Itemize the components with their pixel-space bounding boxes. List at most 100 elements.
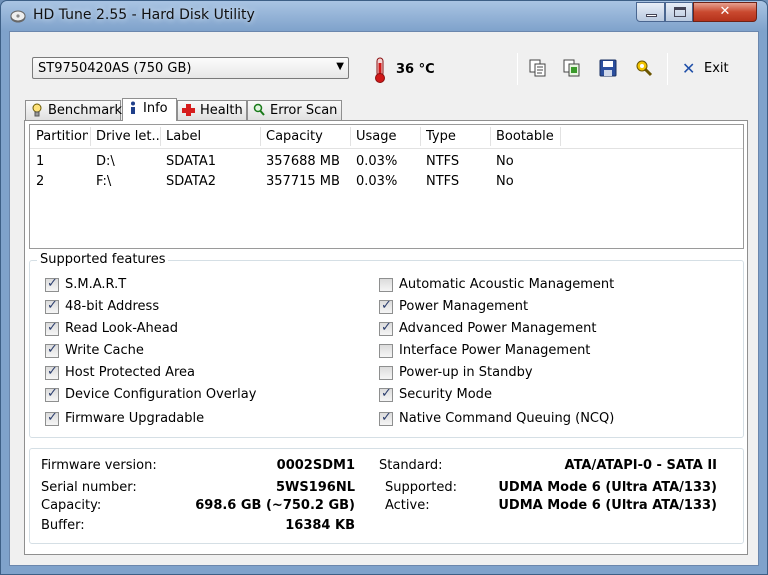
checkbox[interactable]: ✓ (379, 320, 393, 336)
feature-label: Advanced Power Management (399, 321, 597, 336)
checkbox[interactable]: ✓ (45, 320, 59, 336)
table-cell: F:\ (96, 174, 112, 189)
copy-text-icon[interactable] (528, 58, 548, 78)
checkmark-icon: ✓ (47, 298, 58, 313)
checkmark-icon: ✓ (47, 410, 58, 425)
column-divider[interactable] (420, 127, 421, 146)
tab-benchmark[interactable]: Benchmark (25, 100, 122, 120)
options-icon[interactable] (634, 58, 654, 78)
tab-info[interactable]: Info (122, 98, 177, 121)
checkbox[interactable] (379, 366, 393, 380)
standard-value: ATA/ATAPI-0 - SATA II (564, 458, 717, 473)
table-row[interactable]: 1 D:\ SDATA1 357688 MB 0.03% NTFS No (30, 151, 743, 171)
active-mode-value: UDMA Mode 6 (Ultra ATA/133) (498, 498, 717, 513)
column-header[interactable]: Partition (36, 129, 88, 144)
checkbox[interactable]: ✓ (45, 298, 59, 314)
checkbox[interactable]: ✓ (45, 386, 59, 402)
checkmark-icon: ✓ (381, 386, 392, 401)
table-cell: 1 (36, 154, 45, 169)
checkmark-icon: ✓ (381, 410, 392, 425)
lightbulb-icon (32, 103, 42, 117)
toolbar-separator (517, 53, 518, 85)
feature-label: Host Protected Area (65, 365, 195, 380)
tab-health[interactable]: Health (177, 100, 247, 120)
feature-label: Native Command Queuing (NCQ) (399, 411, 615, 426)
temperature-value: 36 °C (396, 62, 435, 77)
checkbox[interactable]: ✓ (45, 364, 59, 380)
column-divider[interactable] (350, 127, 351, 146)
tab-error-scan[interactable]: Error Scan (247, 100, 342, 120)
table-cell: SDATA1 (166, 154, 217, 169)
supported-features-group: Supported features ✓ S.M.A.R.T ✓ 48-bit Ad… (29, 252, 744, 438)
feature-label: 48-bit Address (65, 299, 160, 314)
checkbox[interactable] (379, 278, 393, 292)
column-header[interactable]: Usage (356, 129, 418, 144)
column-divider[interactable] (160, 127, 161, 146)
title-bar[interactable]: HD Tune 2.55 - Hard Disk Utility ✕ (1, 1, 767, 31)
checkbox[interactable]: ✓ (45, 410, 59, 426)
table-cell: D:\ (96, 154, 115, 169)
close-button[interactable]: ✕ (693, 2, 757, 22)
checkbox[interactable]: ✓ (379, 410, 393, 426)
table-cell: 0.03% (356, 154, 398, 169)
firmware-label: Firmware version: (41, 458, 157, 473)
feature-label: Power-up in Standby (399, 365, 533, 380)
feature-label: Security Mode (399, 387, 492, 402)
table-cell: SDATA2 (166, 174, 217, 189)
checkmark-icon: ✓ (381, 298, 392, 313)
table-cell: No (496, 154, 514, 169)
table-cell: 2 (36, 174, 45, 189)
supported-mode-value: UDMA Mode 6 (Ultra ATA/133) (498, 480, 717, 495)
hdtune-app-icon[interactable] (10, 8, 26, 24)
buffer-label: Buffer: (41, 518, 85, 533)
minimize-button[interactable] (636, 2, 665, 22)
save-icon[interactable] (598, 58, 618, 78)
feature-label: Power Management (399, 299, 529, 314)
checkbox[interactable]: ✓ (45, 276, 59, 292)
checkbox[interactable]: ✓ (45, 342, 59, 358)
table-row[interactable]: 2 F:\ SDATA2 357715 MB 0.03% NTFS No (30, 171, 743, 191)
copy-screenshot-icon[interactable] (562, 58, 582, 78)
column-divider[interactable] (560, 127, 561, 146)
column-header[interactable]: Type (426, 129, 488, 144)
firmware-value: 0002SDM1 (276, 458, 355, 473)
app-window: HD Tune 2.55 - Hard Disk Utility ✕ ST975… (0, 0, 768, 575)
info-icon (131, 101, 135, 114)
checkmark-icon: ✓ (47, 342, 58, 357)
drive-dropdown[interactable]: ST9750420AS (750 GB) ▼ (32, 57, 349, 79)
supported-features-title: Supported features (37, 252, 169, 267)
active-label: Active: (385, 498, 430, 513)
checkbox[interactable]: ✓ (379, 298, 393, 314)
feature-label: Interface Power Management (399, 343, 591, 358)
exit-button[interactable]: ✕ Exit (679, 58, 739, 80)
table-cell: 357688 MB (266, 154, 340, 169)
main-content: ST9750420AS (750 GB) ▼ 36 °C ✕ Exit Benc… (9, 31, 759, 566)
toolbar-separator (667, 53, 668, 85)
column-header[interactable]: Bootable (496, 129, 558, 144)
checkbox[interactable] (379, 344, 393, 358)
minimize-icon (646, 14, 657, 17)
capacity-value: 698.6 GB (~750.2 GB) (195, 498, 355, 513)
table-cell: 0.03% (356, 174, 398, 189)
column-divider[interactable] (90, 127, 91, 146)
serial-label: Serial number: (41, 480, 137, 495)
feature-label: Automatic Acoustic Management (399, 277, 615, 292)
column-header[interactable]: Label (166, 129, 258, 144)
table-cell: No (496, 174, 514, 189)
partition-table[interactable]: Partition Drive let... Label Capacity Us… (29, 124, 744, 249)
info-panel: Partition Drive let... Label Capacity Us… (24, 120, 748, 555)
column-divider[interactable] (490, 127, 491, 146)
tab-error-scan-label: Error Scan (270, 103, 338, 118)
close-icon: ✕ (719, 4, 731, 19)
column-divider[interactable] (260, 127, 261, 146)
column-header[interactable]: Drive let... (96, 129, 160, 144)
checkbox[interactable]: ✓ (379, 386, 393, 402)
checkmark-icon: ✓ (47, 320, 58, 335)
table-cell: NTFS (426, 174, 460, 189)
exit-icon: ✕ (682, 59, 696, 78)
feature-label: Device Configuration Overlay (65, 387, 257, 402)
exit-label: Exit (704, 61, 729, 76)
maximize-button[interactable] (665, 2, 693, 22)
column-header[interactable]: Capacity (266, 129, 348, 144)
checkmark-icon: ✓ (47, 276, 58, 291)
